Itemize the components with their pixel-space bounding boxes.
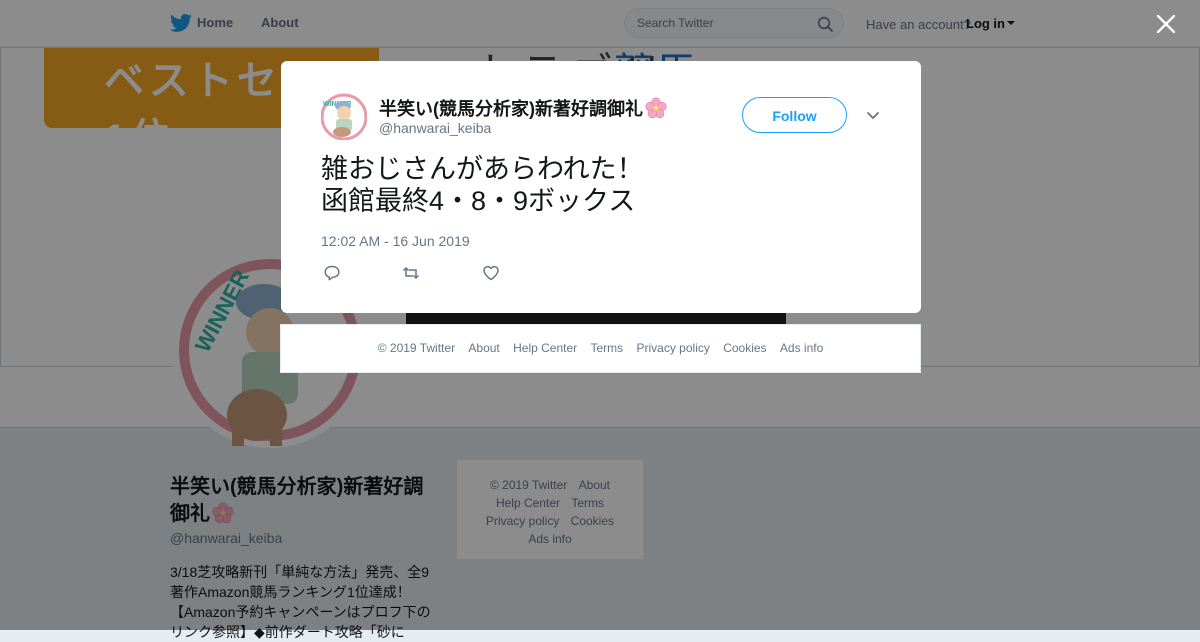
modal-footer: © 2019 Twitter About Help Center Terms P… <box>280 324 921 373</box>
tweet-modal: WINNER 半笑い(競馬分析家)新著好調御礼 @hanwarai_keiba … <box>281 61 921 313</box>
reply-icon[interactable] <box>323 264 341 282</box>
modal-footer-help-link[interactable]: Help Center <box>513 341 577 355</box>
author-avatar[interactable]: WINNER <box>321 92 367 140</box>
tweet-text: 雑おじさんがあらわれた！ 函館最終4・8・9ボックス <box>321 154 644 216</box>
modal-footer-terms-link[interactable]: Terms <box>590 341 623 355</box>
tweet-timestamp[interactable]: 12:02 AM - 16 Jun 2019 <box>321 233 470 249</box>
author-name-text: 半笑い(競馬分析家)新著好調御礼 <box>379 99 643 119</box>
chevron-down-icon[interactable] <box>866 111 880 121</box>
author-name[interactable]: 半笑い(競馬分析家)新著好調御礼 <box>379 95 667 121</box>
modal-footer-ads-link[interactable]: Ads info <box>780 341 823 355</box>
cherry-blossom-icon <box>645 97 667 119</box>
retweet-icon[interactable] <box>402 264 420 282</box>
close-icon[interactable] <box>1157 15 1175 33</box>
heart-icon[interactable] <box>482 264 500 282</box>
author-handle[interactable]: @hanwarai_keiba <box>379 120 491 136</box>
modal-footer-about-link[interactable]: About <box>468 341 499 355</box>
modal-footer-privacy-link[interactable]: Privacy policy <box>637 341 710 355</box>
follow-button[interactable]: Follow <box>742 97 847 133</box>
modal-footer-copyright: © 2019 Twitter <box>377 341 456 355</box>
modal-footer-cookies-link[interactable]: Cookies <box>723 341 766 355</box>
